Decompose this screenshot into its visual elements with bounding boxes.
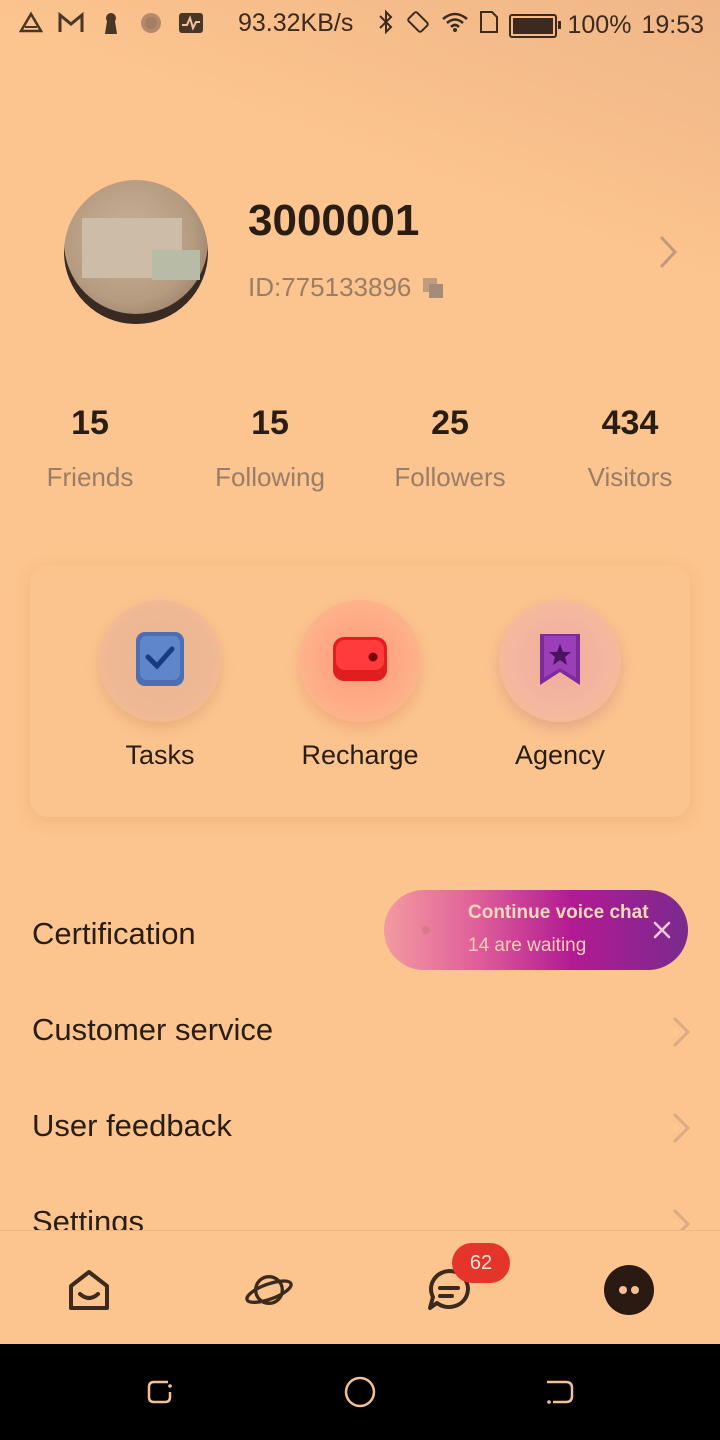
stat-friends[interactable]: 15 Friends xyxy=(10,404,170,493)
stat-value: 25 xyxy=(431,404,469,442)
recharge-label: Recharge xyxy=(301,740,419,770)
gmail-icon xyxy=(58,10,84,36)
alert-icon xyxy=(18,10,44,36)
chat-badge: 62 xyxy=(452,1243,510,1283)
voice-chat-title: Continue voice chat xyxy=(468,902,649,923)
status-left-icons xyxy=(18,10,204,36)
agency-label: Agency xyxy=(514,740,606,770)
wallet-icon xyxy=(331,635,389,688)
keyhole-icon xyxy=(98,10,124,36)
stat-label: Visitors xyxy=(587,462,673,492)
copy-icon[interactable] xyxy=(421,276,445,300)
bookmark-star-icon xyxy=(536,630,584,693)
stat-following[interactable]: 15 Following xyxy=(190,404,350,493)
status-bar: 93.32KB/s 100% 19:53 xyxy=(0,0,720,50)
battery-icon xyxy=(509,13,562,38)
user-id: ID:775133896 xyxy=(248,272,412,302)
tasks-button[interactable]: Tasks xyxy=(70,600,250,771)
tasks-label: Tasks xyxy=(125,740,195,770)
battery-percent: 100% xyxy=(567,11,632,39)
sim-icon xyxy=(479,10,499,41)
avatar-photo-detail xyxy=(152,250,200,280)
recharge-bubble xyxy=(299,600,421,722)
voice-chat-popup[interactable]: Continue voice chat 14 are waiting xyxy=(384,890,688,970)
bottom-nav: 62 xyxy=(0,1230,720,1344)
recent-apps-icon[interactable] xyxy=(144,1376,176,1408)
stat-label: Following xyxy=(215,462,325,492)
bluetooth-icon xyxy=(377,9,395,42)
quick-actions-card: Tasks Recharge Agency xyxy=(30,565,690,817)
agency-bubble xyxy=(499,600,621,722)
activity-icon xyxy=(178,10,204,36)
menu-label: User feedback xyxy=(32,1108,232,1143)
system-navigation-bar xyxy=(0,1344,720,1440)
home-icon[interactable] xyxy=(64,1265,114,1315)
username: 3000001 xyxy=(248,196,420,245)
checkbox-icon xyxy=(134,630,186,693)
menu-label: Customer service xyxy=(32,1012,274,1047)
menu-user-feedback[interactable]: User feedback xyxy=(32,1100,692,1160)
back-icon[interactable] xyxy=(544,1376,576,1408)
chevron-right-icon xyxy=(670,1014,692,1050)
stat-value: 15 xyxy=(251,404,289,442)
close-icon[interactable] xyxy=(650,918,674,942)
profile-chevron-icon[interactable] xyxy=(656,232,680,272)
avatar[interactable] xyxy=(64,180,208,324)
clock: 19:53 xyxy=(641,11,704,39)
chevron-right-icon xyxy=(670,1110,692,1146)
stat-value: 15 xyxy=(71,404,109,442)
menu-label: Certification xyxy=(32,916,196,951)
me-icon[interactable] xyxy=(604,1265,654,1315)
planet-icon[interactable] xyxy=(244,1265,294,1315)
wifi-icon xyxy=(441,11,469,40)
profile-screen: 93.32KB/s 100% 19:53 3000001 ID:77513389… xyxy=(0,0,720,1344)
tasks-bubble xyxy=(99,600,221,722)
gear-dots-icon xyxy=(138,10,164,36)
stat-value: 434 xyxy=(601,404,659,442)
rotate-icon xyxy=(405,9,431,42)
stat-visitors[interactable]: 434 Visitors xyxy=(550,404,710,493)
network-speed: 93.32KB/s xyxy=(238,9,354,37)
user-id-row: ID:775133896 xyxy=(248,272,445,303)
voice-chat-subtitle: 14 are waiting xyxy=(468,935,587,956)
status-right: 100% 19:53 xyxy=(377,9,704,42)
stat-label: Friends xyxy=(46,462,134,492)
recharge-button[interactable]: Recharge xyxy=(270,600,450,771)
stat-label: Followers xyxy=(394,462,506,492)
voice-indicator-dot xyxy=(422,926,430,934)
menu-customer-service[interactable]: Customer service xyxy=(32,1004,692,1064)
agency-button[interactable]: Agency xyxy=(470,600,650,771)
stat-followers[interactable]: 25 Followers xyxy=(370,404,530,493)
home-nav-icon[interactable] xyxy=(344,1376,376,1408)
